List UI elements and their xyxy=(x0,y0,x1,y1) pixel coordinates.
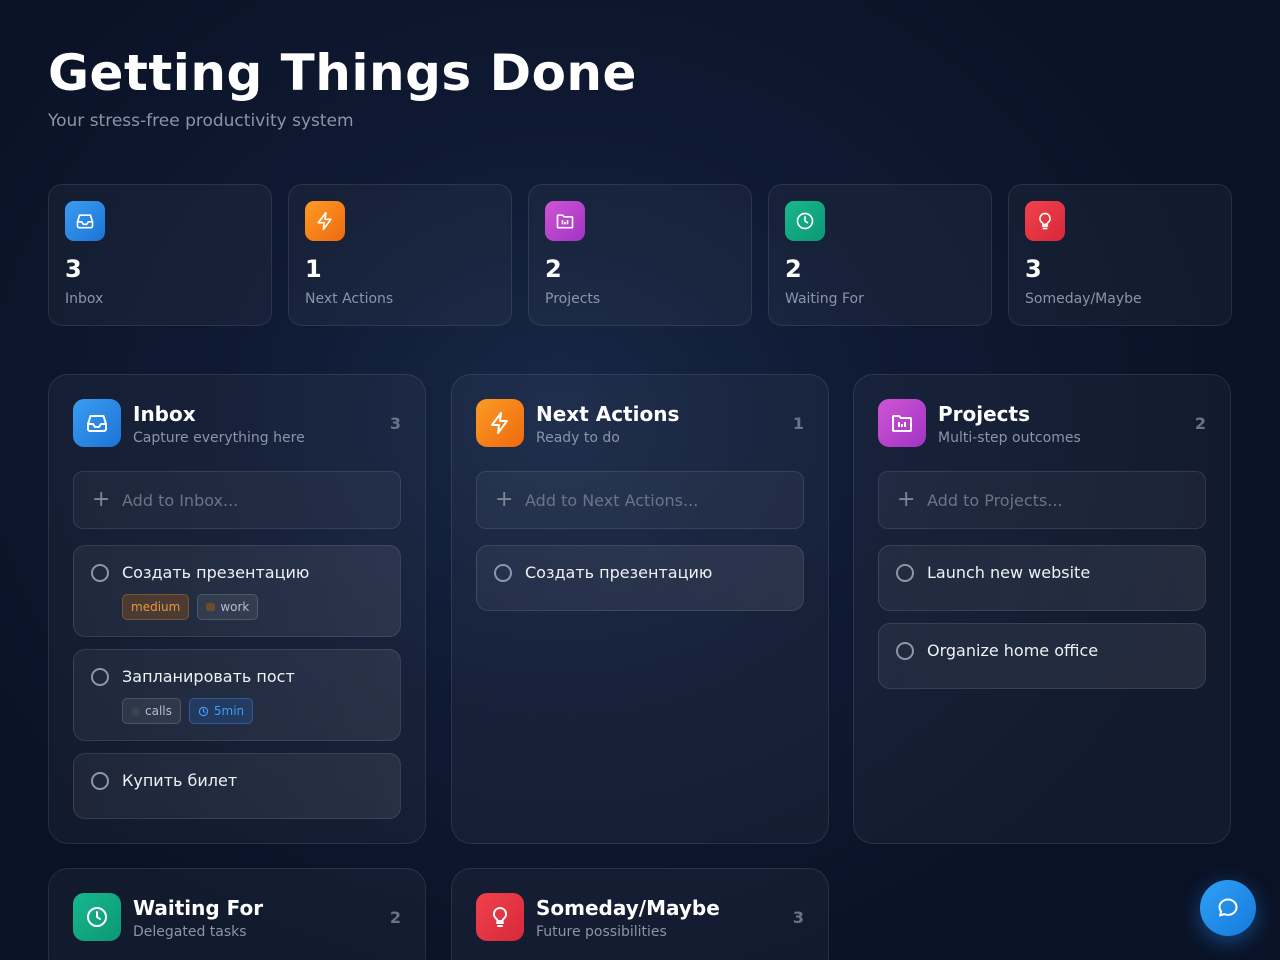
panel-description: Delegated tasks xyxy=(133,924,247,940)
add-inbox-input[interactable] xyxy=(122,490,400,510)
panel-inbox: Inbox Capture everything here 3 + Создат… xyxy=(48,374,426,844)
page-title: Getting Things Done xyxy=(48,44,637,102)
stat-value: 2 xyxy=(785,255,802,283)
panel-count: 3 xyxy=(792,908,804,927)
context-tag: work xyxy=(197,594,259,620)
stat-label: Someday/Maybe xyxy=(1025,291,1142,307)
panel-description: Multi-step outcomes xyxy=(938,430,1081,446)
stat-card-inbox[interactable]: 3 Inbox xyxy=(48,184,272,326)
stat-value: 3 xyxy=(1025,255,1042,283)
time-tag: 5min xyxy=(188,698,254,724)
task-tags: calls 5min xyxy=(122,698,254,724)
inbox-icon xyxy=(73,399,121,447)
plus-icon: + xyxy=(495,487,514,512)
briefcase-icon xyxy=(206,603,216,611)
add-task-field[interactable]: + xyxy=(476,471,804,529)
context-tag: calls xyxy=(122,698,181,724)
clock-icon xyxy=(785,201,825,241)
panel-count: 1 xyxy=(792,414,804,433)
folder-icon xyxy=(878,399,926,447)
panel-title: Inbox xyxy=(133,402,196,426)
task-item[interactable]: Запланировать пост calls 5min xyxy=(73,649,401,741)
task-text: Создать презентацию xyxy=(122,563,310,582)
task-text: Launch new website xyxy=(927,563,1091,582)
task-item[interactable]: Launch new website xyxy=(878,545,1206,611)
panel-title: Projects xyxy=(938,402,1031,426)
add-task-field[interactable]: + xyxy=(73,471,401,529)
stat-label: Next Actions xyxy=(305,291,394,307)
stat-value: 2 xyxy=(545,255,562,283)
task-checkbox[interactable] xyxy=(896,642,914,660)
task-item[interactable]: Создать презентацию medium work xyxy=(73,545,401,637)
panel-count: 2 xyxy=(1194,414,1206,433)
task-item[interactable]: Создать презентацию xyxy=(476,545,804,611)
panel-description: Future possibilities xyxy=(536,924,667,940)
panel-count: 3 xyxy=(389,414,401,433)
phone-icon xyxy=(131,706,140,716)
priority-tag: medium xyxy=(122,594,190,620)
page-subtitle: Your stress-free productivity system xyxy=(48,111,354,131)
lightbulb-icon xyxy=(476,893,524,941)
stat-card-next-actions[interactable]: 1 Next Actions xyxy=(288,184,512,326)
panel-someday-maybe: Someday/Maybe Future possibilities 3 xyxy=(451,868,829,960)
panel-waiting-for: Waiting For Delegated tasks 2 xyxy=(48,868,426,960)
clock-icon xyxy=(73,893,121,941)
task-tags: medium work xyxy=(122,594,259,620)
lightning-icon xyxy=(476,399,524,447)
stat-card-waiting-for[interactable]: 2 Waiting For xyxy=(768,184,992,326)
panel-header: Inbox Capture everything here 3 xyxy=(73,399,401,447)
task-checkbox[interactable] xyxy=(91,564,109,582)
panel-next-actions: Next Actions Ready to do 1 + Создать пре… xyxy=(451,374,829,844)
panel-header: Projects Multi-step outcomes 2 xyxy=(878,399,1206,447)
inbox-icon xyxy=(65,201,105,241)
task-item[interactable]: Organize home office xyxy=(878,623,1206,689)
stat-value: 3 xyxy=(65,255,82,283)
task-checkbox[interactable] xyxy=(91,772,109,790)
stat-card-someday[interactable]: 3 Someday/Maybe xyxy=(1008,184,1232,326)
context-tag-label: calls xyxy=(145,704,172,718)
task-checkbox[interactable] xyxy=(896,564,914,582)
panel-header: Next Actions Ready to do 1 xyxy=(476,399,804,447)
panel-count: 2 xyxy=(389,908,401,927)
time-tag-label: 5min xyxy=(213,704,245,718)
panel-header: Waiting For Delegated tasks 2 xyxy=(73,893,401,941)
context-tag-label: work xyxy=(220,600,250,614)
chat-bubble-icon xyxy=(1218,898,1238,917)
task-text: Создать презентацию xyxy=(525,563,713,582)
task-checkbox[interactable] xyxy=(494,564,512,582)
add-task-field[interactable]: + xyxy=(878,471,1206,529)
folder-icon xyxy=(545,201,585,241)
clock-icon xyxy=(198,706,209,716)
lightbulb-icon xyxy=(1025,201,1065,241)
plus-icon: + xyxy=(897,487,916,512)
panel-title: Someday/Maybe xyxy=(536,896,720,920)
task-checkbox[interactable] xyxy=(91,668,109,686)
stat-card-projects[interactable]: 2 Projects xyxy=(528,184,752,326)
add-next-actions-input[interactable] xyxy=(525,490,803,510)
panel-title: Waiting For xyxy=(133,896,264,920)
task-text: Запланировать пост xyxy=(122,667,295,686)
task-text: Купить билет xyxy=(122,771,238,790)
lightning-icon xyxy=(305,201,345,241)
add-projects-input[interactable] xyxy=(927,490,1205,510)
stat-label: Inbox xyxy=(65,291,104,307)
panel-header: Someday/Maybe Future possibilities 3 xyxy=(476,893,804,941)
plus-icon: + xyxy=(92,487,111,512)
stat-label: Waiting For xyxy=(785,291,864,307)
chat-button[interactable] xyxy=(1200,880,1256,936)
stats-row: 3 Inbox 1 Next Actions 2 Projects 2 Wait… xyxy=(48,184,1232,326)
task-text: Organize home office xyxy=(927,641,1099,660)
panel-title: Next Actions xyxy=(536,402,680,426)
stat-value: 1 xyxy=(305,255,322,283)
panel-description: Ready to do xyxy=(536,430,620,446)
stat-label: Projects xyxy=(545,291,601,307)
task-item[interactable]: Купить билет xyxy=(73,753,401,819)
panel-projects: Projects Multi-step outcomes 2 + Launch … xyxy=(853,374,1231,844)
panel-description: Capture everything here xyxy=(133,430,305,446)
